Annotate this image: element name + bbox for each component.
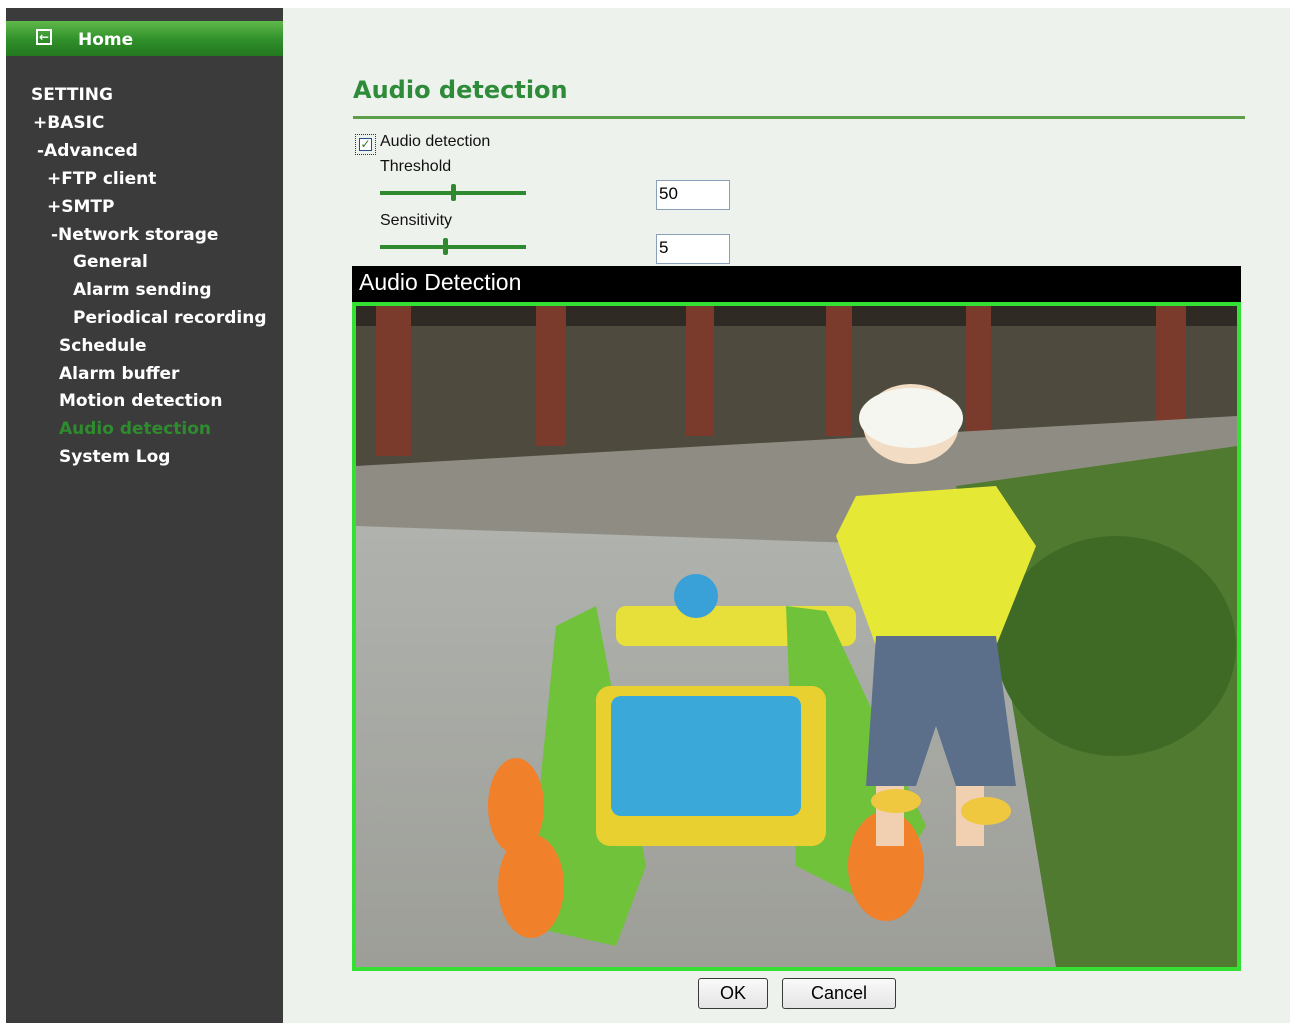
video-title: Audio Detection bbox=[359, 269, 522, 295]
nav-item-periodical-recording[interactable]: Periodical recording bbox=[73, 308, 267, 328]
home-button[interactable]: ← Home bbox=[6, 21, 283, 56]
nav-item-ftp-client[interactable]: +FTP client bbox=[47, 169, 156, 189]
back-arrow-icon: ← bbox=[36, 29, 52, 45]
nav-item-schedule[interactable]: Schedule bbox=[59, 336, 147, 356]
audio-detection-checkbox[interactable]: ✓ bbox=[355, 134, 376, 155]
nav-item-basic[interactable]: +BASIC bbox=[33, 113, 104, 133]
nav-item-network-storage[interactable]: -Network storage bbox=[51, 225, 218, 245]
nav-item-smtp[interactable]: +SMTP bbox=[47, 197, 114, 217]
sensitivity-slider[interactable] bbox=[380, 238, 526, 255]
threshold-slider-handle[interactable] bbox=[451, 184, 456, 201]
nav-item-advanced[interactable]: -Advanced bbox=[37, 141, 138, 161]
ok-button[interactable]: OK bbox=[698, 978, 768, 1009]
nav-setting-heading: SETTING bbox=[31, 85, 113, 105]
camera-scene-image bbox=[356, 306, 1237, 967]
camera-preview bbox=[352, 302, 1241, 971]
audio-detection-checkbox-label: Audio detection bbox=[380, 133, 491, 150]
nav-item-general[interactable]: General bbox=[73, 252, 148, 272]
threshold-value-field[interactable]: 50 bbox=[656, 180, 730, 210]
main-content: Audio detection ✓ Audio detection Thresh… bbox=[283, 8, 1290, 1023]
sensitivity-label: Sensitivity bbox=[380, 212, 453, 229]
sidebar: ← Home SETTING +BASIC -Advanced +FTP cli… bbox=[6, 8, 283, 1023]
title-divider bbox=[353, 116, 1245, 119]
nav-item-alarm-sending[interactable]: Alarm sending bbox=[73, 280, 212, 300]
nav-item-motion-detection[interactable]: Motion detection bbox=[59, 391, 222, 411]
nav-item-audio-detection[interactable]: Audio detection bbox=[59, 419, 211, 439]
nav-item-system-log[interactable]: System Log bbox=[59, 447, 170, 467]
sensitivity-value-field[interactable]: 5 bbox=[656, 234, 730, 264]
checkmark-icon: ✓ bbox=[359, 137, 372, 151]
threshold-slider[interactable] bbox=[380, 184, 526, 201]
nav-item-alarm-buffer[interactable]: Alarm buffer bbox=[59, 364, 179, 384]
threshold-label: Threshold bbox=[380, 158, 452, 175]
sensitivity-slider-handle[interactable] bbox=[443, 238, 448, 255]
video-title-bar: Audio Detection bbox=[352, 266, 1241, 302]
home-label: Home bbox=[78, 30, 134, 50]
page-title: Audio detection bbox=[353, 76, 568, 104]
cancel-button[interactable]: Cancel bbox=[782, 978, 896, 1009]
